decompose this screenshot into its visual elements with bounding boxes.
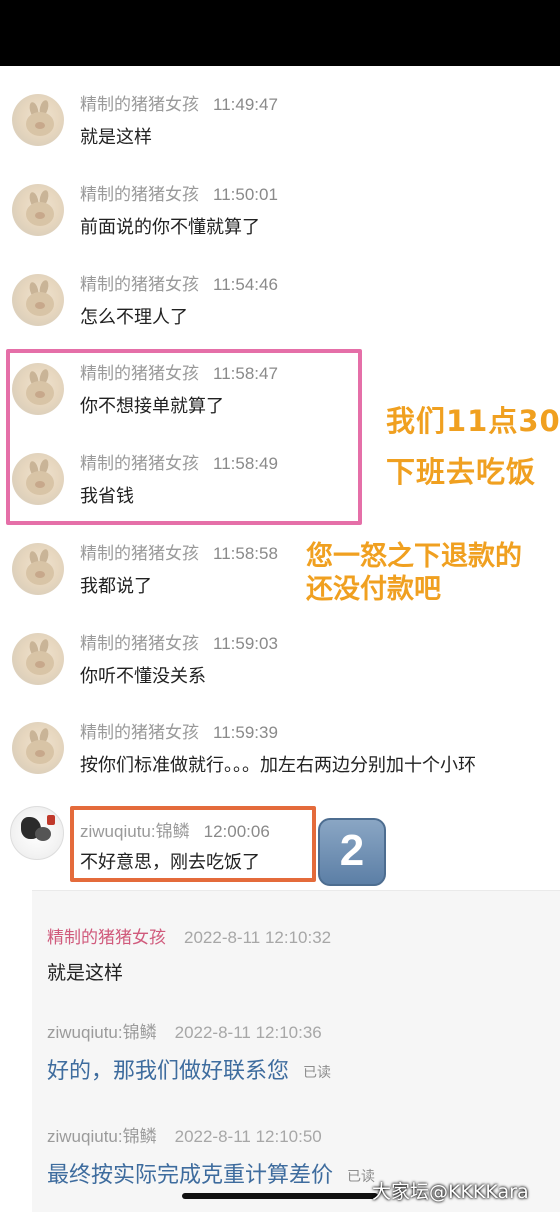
pig-avatar[interactable] [12, 633, 64, 685]
message-time: 11:58:58 [213, 544, 278, 563]
sender-name: 精制的猪猪女孩 [47, 928, 166, 947]
message-meta: 精制的猪猪女孩 2022-8-11 12:10:32 [47, 923, 547, 948]
message-text: 最终按实际完成克重计算差价 [47, 1163, 334, 1188]
message-text: 怎么不理人了 [80, 307, 188, 328]
history-message: 精制的猪猪女孩 2022-8-11 12:10:32 就是这样 [47, 923, 547, 985]
chat-history-panel: 精制的猪猪女孩 2022-8-11 12:10:32 就是这样 ziwuqiutu… [32, 890, 560, 1212]
sender-name: 精制的猪猪女孩 [80, 634, 199, 653]
message-meta: 精制的猪猪女孩 11:50:01 [80, 180, 278, 205]
ink-avatar[interactable] [10, 806, 64, 860]
message-meta: 精制的猪猪女孩 11:58:58 [80, 539, 278, 564]
chat-message: 精制的猪猪女孩 11:49:47 就是这样 [0, 90, 560, 176]
message-meta: ziwuqiutu:锦鳞 2022-8-11 12:10:50 [47, 1122, 547, 1147]
message-meta: 精制的猪猪女孩 11:49:47 [80, 90, 278, 115]
history-message: ziwuqiutu:锦鳞 2022-8-11 12:10:36 好的，那我们做好联… [47, 1018, 547, 1085]
message-meta: 精制的猪猪女孩 11:54:46 [80, 270, 278, 295]
chat-message: 精制的猪猪女孩 11:50:01 前面说的你不懂就算了 [0, 180, 560, 266]
home-indicator[interactable] [182, 1193, 378, 1199]
message-text: 就是这样 [80, 127, 152, 148]
read-status: 已读 [347, 1169, 376, 1185]
sender-name: ziwuqiutu:锦鳞 [47, 1023, 157, 1042]
read-status: 已读 [303, 1065, 332, 1081]
sender-name: 精制的猪猪女孩 [80, 723, 199, 742]
annotation-text: 我们11点30 [386, 404, 560, 438]
sender-name: 精制的猪猪女孩 [80, 185, 199, 204]
pig-avatar[interactable] [12, 722, 64, 774]
message-meta: 精制的猪猪女孩 11:59:03 [80, 629, 278, 654]
chat-message: 精制的猪猪女孩 11:59:03 你听不懂没关系 [0, 629, 560, 715]
watermark: 大家坛@KKKKara [372, 1181, 529, 1203]
pig-avatar[interactable] [12, 543, 64, 595]
annotation-text: 下班去吃饭 [386, 455, 537, 489]
message-time: 11:59:39 [213, 723, 278, 742]
annotation-text: 还没付款吧 [306, 574, 441, 605]
sender-name: 精制的猪猪女孩 [80, 95, 199, 114]
message-text-row: 好的，那我们做好联系您 已读 [47, 1053, 547, 1085]
pig-avatar[interactable] [12, 184, 64, 236]
message-text: 你听不懂没关系 [80, 666, 206, 687]
message-time: 11:54:46 [213, 275, 278, 294]
sender-name: 精制的猪猪女孩 [80, 275, 199, 294]
message-text: 前面说的你不懂就算了 [80, 217, 260, 238]
sender-name: 精制的猪猪女孩 [80, 544, 199, 563]
sender-name: ziwuqiutu:锦鳞 [47, 1127, 157, 1146]
chat-message: 精制的猪猪女孩 11:59:39 按你们标准做就行。。。加左右两边分别加十个小环 [0, 718, 560, 804]
message-date: 2022-8-11 12:10:50 [174, 1127, 322, 1146]
message-text: 我都说了 [80, 576, 152, 597]
highlight-box-pink [6, 349, 362, 525]
message-meta: ziwuqiutu:锦鳞 2022-8-11 12:10:36 [47, 1018, 547, 1043]
message-date: 2022-8-11 12:10:36 [174, 1023, 322, 1042]
message-text: 按你们标准做就行。。。加左右两边分别加十个小环 [80, 755, 476, 776]
message-text: 好的，那我们做好联系您 [47, 1059, 290, 1084]
chat-message: 精制的猪猪女孩 11:54:46 怎么不理人了 [0, 270, 560, 356]
message-text: 就是这样 [47, 962, 124, 984]
pig-avatar[interactable] [12, 94, 64, 146]
message-time: 11:50:01 [213, 185, 278, 204]
number-badge: 2 [318, 818, 386, 886]
message-time: 11:49:47 [213, 95, 278, 114]
message-date: 2022-8-11 12:10:32 [184, 928, 332, 947]
highlight-box-orange [70, 806, 316, 882]
pig-avatar[interactable] [12, 274, 64, 326]
message-time: 11:59:03 [213, 634, 278, 653]
message-meta: 精制的猪猪女孩 11:59:39 [80, 718, 278, 743]
status-bar [0, 0, 560, 66]
